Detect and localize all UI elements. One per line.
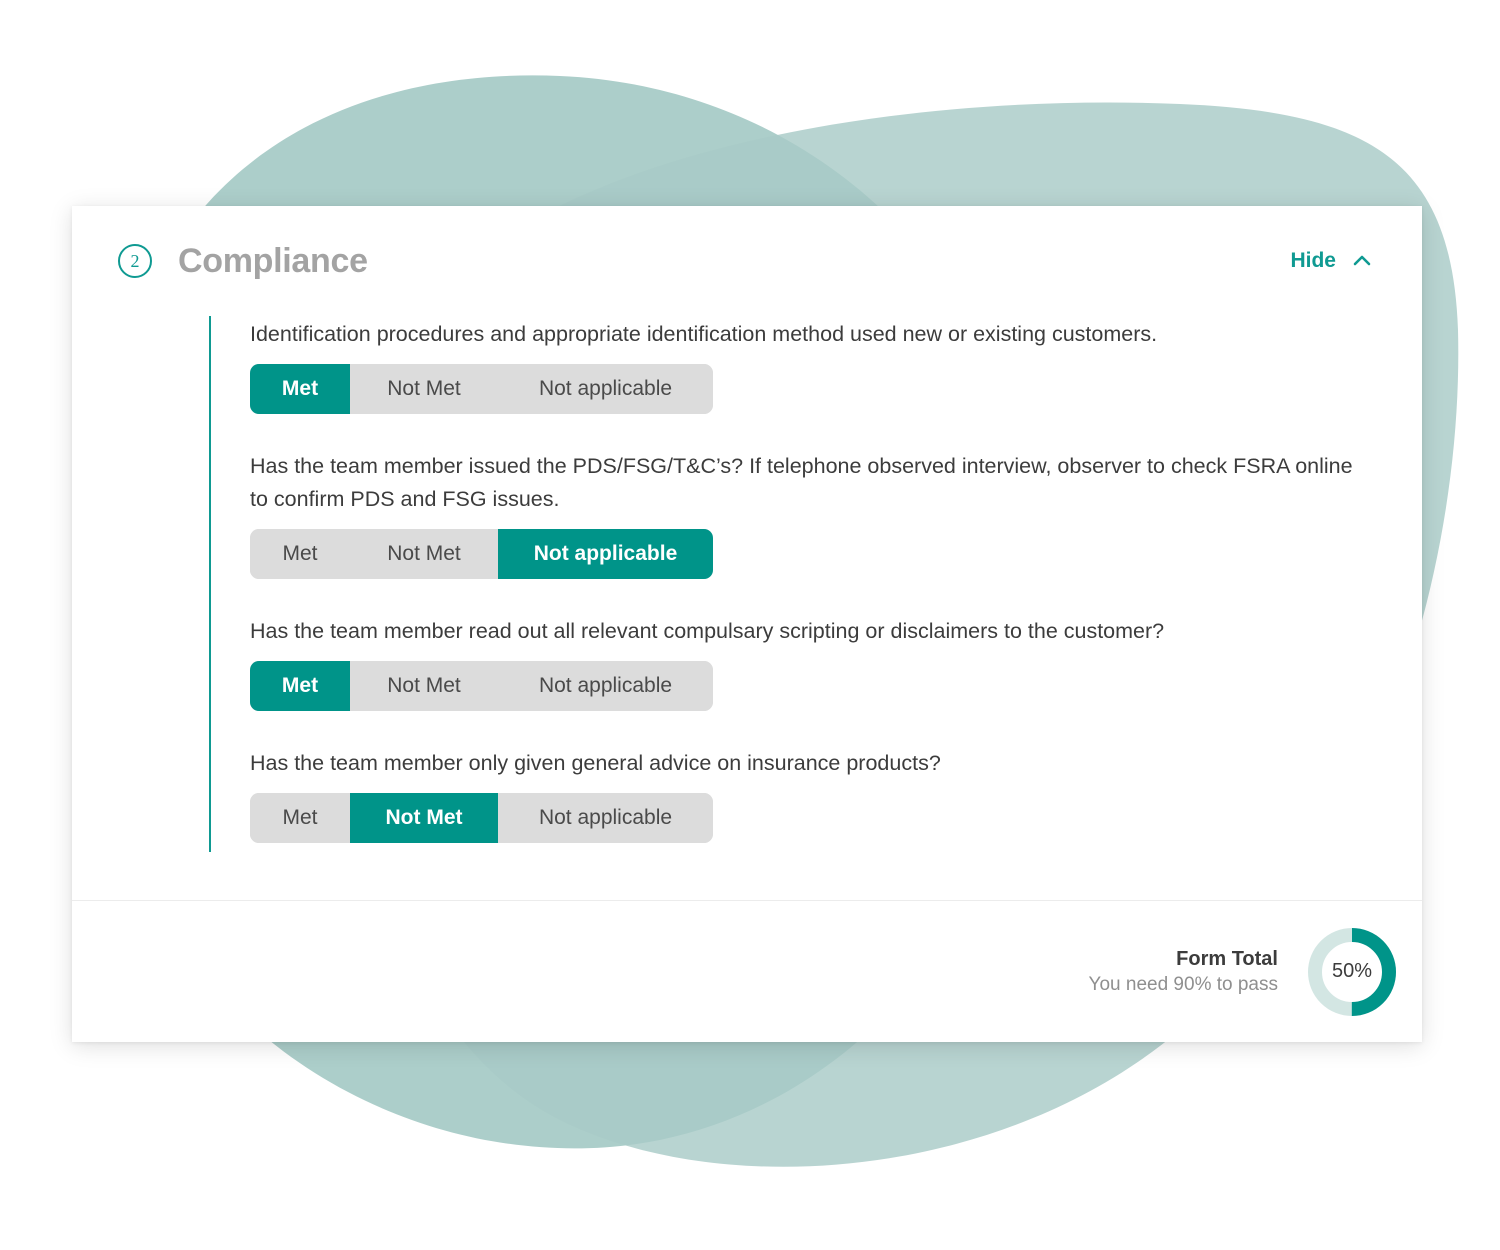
page-root: 2 Compliance Hide Identification procedu… [0,0,1500,1250]
score-donut-chart: 50% [1304,924,1400,1020]
answer-segmented-control: Met Not Met Not applicable [250,661,713,711]
answer-segmented-control: Met Not Met Not applicable [250,793,713,843]
hide-section-toggle[interactable]: Hide [1290,249,1372,273]
answer-segmented-control: Met Not Met Not applicable [250,529,713,579]
form-total-label: Form Total [1176,947,1278,970]
question-item: Identification procedures and appropriat… [250,318,1362,414]
answer-option-not-applicable[interactable]: Not applicable [498,661,713,711]
compliance-card: 2 Compliance Hide Identification procedu… [72,206,1422,1042]
answer-option-met[interactable]: Met [250,793,350,843]
answer-option-not-met[interactable]: Not Met [350,661,498,711]
answer-segmented-control: Met Not Met Not applicable [250,364,713,414]
answer-option-met[interactable]: Met [250,364,350,414]
step-number-badge: 2 [118,244,152,278]
card-footer: Form Total You need 90% to pass 50% [72,900,1422,1042]
question-item: Has the team member issued the PDS/FSG/T… [250,450,1362,579]
section-accent-rail [209,316,211,852]
answer-option-not-applicable[interactable]: Not applicable [498,529,713,579]
question-text: Has the team member only given general a… [250,751,941,775]
question-text: Has the team member issued the PDS/FSG/T… [250,454,1353,511]
pass-threshold-note: You need 90% to pass [1088,973,1278,995]
answer-option-not-met[interactable]: Not Met [350,793,498,843]
score-percent-label: 50% [1331,960,1373,982]
question-item: Has the team member read out all relevan… [250,615,1362,711]
answer-option-not-applicable[interactable]: Not applicable [498,364,713,414]
answer-option-not-met[interactable]: Not Met [350,529,498,579]
question-item: Has the team member only given general a… [250,747,1362,843]
question-list: Identification procedures and appropriat… [209,316,1422,852]
answer-option-not-applicable[interactable]: Not applicable [498,793,713,843]
answer-option-met[interactable]: Met [250,661,350,711]
chevron-up-icon [1352,251,1372,271]
form-total-text: Form Total You need 90% to pass [1089,946,1278,998]
question-text: Identification procedures and appropriat… [250,322,1158,346]
answer-option-met[interactable]: Met [250,529,350,579]
answer-option-not-met[interactable]: Not Met [350,364,498,414]
section-header: 2 Compliance Hide [72,206,1422,316]
question-text: Has the team member read out all relevan… [250,619,1165,643]
card-body: 2 Compliance Hide Identification procedu… [72,206,1422,900]
page-title: Compliance [178,241,368,280]
hide-toggle-label: Hide [1290,249,1336,272]
